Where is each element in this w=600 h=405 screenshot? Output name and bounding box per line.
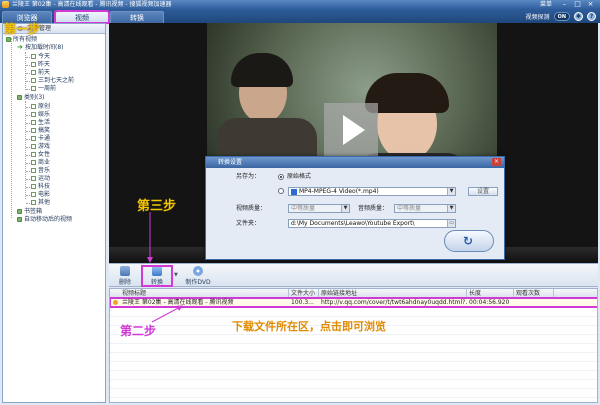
step1-label: 第一步 bbox=[4, 22, 41, 36]
delete-button[interactable]: 删除 bbox=[115, 266, 135, 286]
convert-start-button[interactable]: ↻ bbox=[444, 230, 494, 252]
convert-dropdown-icon[interactable]: ▼ bbox=[174, 272, 178, 278]
tree-item-by-time[interactable]: ➜ 按加载时间(8) bbox=[17, 44, 64, 52]
tree-item-3-7-days[interactable]: 三到七天之前 bbox=[31, 77, 74, 84]
tree-item-auto-moved[interactable]: 自动移动后的视频 bbox=[17, 216, 72, 223]
tree-item-category[interactable]: 类别(3) bbox=[17, 94, 45, 101]
settings-button[interactable]: 设置 bbox=[468, 187, 498, 196]
col-views[interactable]: 观看次数 bbox=[514, 289, 554, 298]
menu-button[interactable]: 菜单 bbox=[540, 0, 552, 9]
step2-label: 第二步 bbox=[120, 324, 157, 338]
save-as-label: 另存为： bbox=[236, 173, 261, 180]
title-bar: 兰陵王 第02集 - 高清在线观看 - 腾讯视频 - 搜狐视频加速器 菜单 – … bbox=[0, 0, 600, 9]
tree-item-music[interactable]: 音乐 bbox=[31, 167, 50, 174]
chevron-down-icon: ▼ bbox=[341, 205, 349, 212]
convert-icon bbox=[152, 266, 162, 276]
dialog-close-icon[interactable]: × bbox=[492, 158, 501, 166]
dvd-icon bbox=[193, 266, 203, 276]
format-select[interactable]: MP4-MPEG-4 Video(*.mp4) ▼ bbox=[288, 187, 456, 196]
sidebar: ⚙ 文件管理 所有视频 ➜ 按加载时间(8) 今天 昨天 前天 三到七天之前 一周… bbox=[2, 23, 106, 403]
custom-format-radio[interactable] bbox=[278, 188, 284, 194]
tree-item-sports[interactable]: 运动 bbox=[31, 175, 50, 182]
chevron-down-icon: ▼ bbox=[447, 205, 455, 212]
tab-strip: 浏览器 视频 转换 视频探测 ON ✱ ? bbox=[0, 9, 600, 24]
maximize-button[interactable]: □ bbox=[573, 1, 582, 8]
window-title: 兰陵王 第02集 - 高清在线观看 - 腾讯视频 - 搜狐视频加速器 bbox=[12, 1, 172, 8]
folder-label: 文件夹： bbox=[236, 220, 261, 227]
table-row[interactable]: 兰陵王 第02集 - 高清在线观看 - 腾讯视频 100.3... http:/… bbox=[110, 297, 597, 308]
tab-convert[interactable]: 转换 bbox=[110, 11, 164, 23]
tree-item-other[interactable]: 其他 bbox=[31, 199, 50, 206]
convert-button[interactable]: 转换 bbox=[141, 265, 173, 287]
folder-browse-icon[interactable]: ▭ bbox=[447, 220, 455, 227]
dialog-title-bar: 转换设置 × bbox=[206, 157, 504, 168]
tab-video[interactable]: 视频 bbox=[54, 10, 110, 24]
row-url: http://v.qq.com/cover/t/twt6ahdnay0uqdd.… bbox=[321, 299, 467, 306]
col-size[interactable]: 文件大小 bbox=[289, 289, 319, 298]
audio-quality-select[interactable]: 中等质量 ▼ bbox=[394, 204, 456, 213]
tree-item-day-before[interactable]: 前天 bbox=[31, 69, 50, 76]
original-format-radio[interactable] bbox=[278, 174, 284, 180]
step3-label: 第三步 bbox=[137, 199, 177, 214]
delete-icon bbox=[120, 266, 130, 276]
row-length: 00:04:56.920 bbox=[469, 299, 510, 306]
minimize-button[interactable]: – bbox=[560, 1, 569, 8]
chevron-down-icon: ▼ bbox=[447, 188, 455, 195]
tree-item-week-ago[interactable]: 一周前 bbox=[31, 85, 56, 92]
tree-item-yesterday[interactable]: 昨天 bbox=[31, 61, 50, 68]
convert-dialog: 转换设置 × 另存为： 原始格式 MP4-MPEG-4 Video(*.mp4)… bbox=[205, 156, 505, 260]
tree-item-funny[interactable]: 搞笑 bbox=[31, 127, 50, 134]
play-icon[interactable] bbox=[324, 103, 378, 157]
col-url[interactable]: 原始链接地址 bbox=[319, 289, 467, 298]
tree-item-original[interactable]: 原创 bbox=[31, 103, 50, 110]
dialog-title: 转换设置 bbox=[218, 159, 243, 166]
col-title[interactable]: 视频标题 bbox=[110, 289, 289, 298]
tree-item-games[interactable]: 游戏 bbox=[31, 143, 50, 150]
video-detect-toggle[interactable]: ON bbox=[553, 11, 570, 21]
refresh-icon: ↻ bbox=[463, 234, 474, 248]
settings-gear-icon[interactable]: ✱ bbox=[574, 11, 583, 21]
tree-item-cartoon[interactable]: 卡通 bbox=[31, 135, 50, 142]
video-file-icon bbox=[113, 300, 118, 305]
tree-item-today[interactable]: 今天 bbox=[31, 53, 50, 60]
tree-item-female[interactable]: 女性 bbox=[31, 151, 50, 158]
tree-item-tech[interactable]: 科技 bbox=[31, 183, 50, 190]
video-quality-label: 视频质量： bbox=[236, 205, 267, 212]
app-icon bbox=[2, 1, 9, 8]
close-button[interactable]: × bbox=[586, 1, 595, 8]
video-quality-select[interactable]: 中等质量 ▼ bbox=[288, 204, 350, 213]
tree-item-all-videos[interactable]: 所有视频 bbox=[6, 36, 37, 43]
tree-item-movie[interactable]: 电影 bbox=[31, 191, 50, 198]
download-toolbar: 删除 转换 ▼ 制作DVD bbox=[109, 263, 598, 287]
help-icon[interactable]: ? bbox=[587, 11, 596, 21]
folder-path-input[interactable]: d:\My Documents\Leawo\Youtube Export\ ▭ bbox=[288, 219, 456, 228]
tree-item-entertainment[interactable]: 娱乐 bbox=[31, 111, 50, 118]
video-format-icon bbox=[291, 188, 297, 195]
make-dvd-button[interactable]: 制作DVD bbox=[183, 266, 213, 286]
row-size: 100.3... bbox=[291, 299, 314, 306]
table-header: 视频标题 文件大小 原始链接地址 长度 观看次数 bbox=[110, 289, 597, 298]
tree-item-life[interactable]: 生活 bbox=[31, 119, 50, 126]
audio-quality-label: 音频质量： bbox=[358, 205, 389, 212]
tree-item-business[interactable]: 商业 bbox=[31, 159, 50, 166]
download-area-note: 下载文件所在区，点击即可浏览 bbox=[232, 320, 386, 333]
tree-item-bookmarks[interactable]: 书签箱 bbox=[17, 208, 42, 215]
original-format-label: 原始格式 bbox=[287, 173, 312, 180]
video-detect-label: 视频探测 bbox=[525, 13, 550, 21]
col-length[interactable]: 长度 bbox=[467, 289, 514, 298]
row-title: 兰陵王 第02集 - 高清在线观看 - 腾讯视频 bbox=[122, 299, 234, 306]
header-right: 视频探测 ON ✱ ? bbox=[526, 11, 596, 21]
download-table: 视频标题 文件大小 原始链接地址 长度 观看次数 兰陵王 第02集 - 高清在线… bbox=[109, 288, 598, 403]
row-views bbox=[514, 298, 554, 307]
